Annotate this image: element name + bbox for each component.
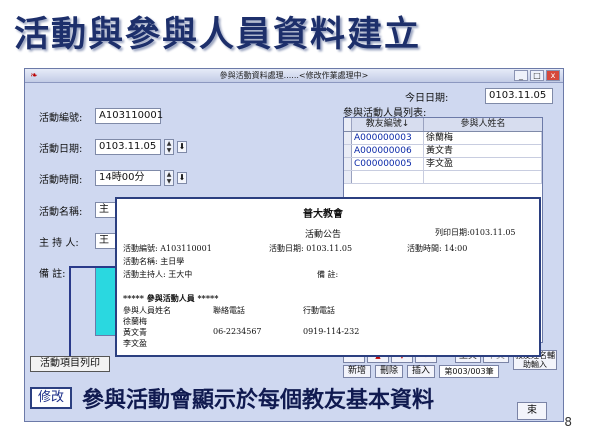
- minimize-button[interactable]: _: [514, 70, 528, 81]
- window-controls: _ □ x: [514, 70, 560, 81]
- cell-empty: [352, 171, 424, 183]
- window-title: 參與活動資料處理......<修改作業處理中>: [219, 71, 369, 80]
- time-dropdown-icon[interactable]: ⬇: [177, 172, 187, 184]
- end-button[interactable]: 束: [517, 402, 547, 420]
- table-row[interactable]: A000000003 徐蘭梅: [344, 132, 542, 145]
- host-label: 主 持 人:: [39, 238, 79, 249]
- report-person-name: 李文盈: [123, 339, 147, 348]
- table-row[interactable]: A000000006 黃文青: [344, 145, 542, 158]
- report-person-mobile: 0919-114-232: [303, 327, 360, 336]
- table-row-empty: [344, 171, 542, 184]
- report-col-phone: 聯絡電話: [213, 306, 245, 315]
- activity-name-label: 活動名稱:: [39, 207, 83, 218]
- row-marker: [344, 171, 352, 183]
- row-marker: [344, 158, 352, 170]
- row-marker: [344, 145, 352, 157]
- report-activity-id: 活動編號: A103110001: [123, 244, 212, 253]
- activity-report-preview: 普大教會 活動公告 列印日期:0103.11.05 活動編號: A1031100…: [115, 197, 541, 357]
- report-notes: 備 註:: [317, 270, 339, 279]
- print-activity-button[interactable]: 活動項目列印: [30, 356, 110, 372]
- report-activity-host: 活動主持人: 王大中: [123, 270, 193, 279]
- report-print-date: 列印日期:0103.11.05: [435, 228, 516, 237]
- maximize-button[interactable]: □: [530, 70, 544, 81]
- date-spinner[interactable]: ▲ ▼: [164, 139, 174, 155]
- column-header-member-id[interactable]: 教友編號↓: [352, 118, 424, 131]
- modify-button[interactable]: 修改: [30, 387, 72, 409]
- delete-button[interactable]: 刪除: [375, 365, 403, 378]
- app-icon: ❧: [30, 71, 38, 81]
- row-marker: [344, 132, 352, 144]
- record-counter: 第003/003筆: [439, 365, 499, 378]
- slide-title: 活動與參與人員資料建立: [14, 14, 422, 55]
- report-person-name: 徐蘭梅: [123, 317, 147, 326]
- report-activity-date: 活動日期: 0103.11.05: [269, 244, 353, 253]
- report-participants-section: ***** 參與活動人員 *****: [123, 293, 219, 303]
- activity-date-field[interactable]: 0103.11.05: [95, 139, 161, 155]
- annotation-line: [69, 266, 71, 362]
- grid-header: 教友編號↓ 參與人姓名: [344, 118, 542, 132]
- cell-name[interactable]: 李文盈: [424, 158, 542, 170]
- grid-corner: [344, 118, 352, 131]
- report-activity-time: 活動時間: 14:00: [407, 244, 468, 253]
- cell-empty: [424, 171, 542, 183]
- activity-id-field[interactable]: A103110001: [95, 108, 163, 124]
- report-person-phone: 06-2234567: [213, 327, 262, 336]
- cell-member-id[interactable]: A000000006: [352, 145, 424, 157]
- report-col-name: 參與人員姓名: [123, 306, 171, 315]
- cell-name[interactable]: 黃文青: [424, 145, 542, 157]
- activity-time-label: 活動時間:: [39, 175, 83, 186]
- activity-id-label: 活動編號:: [39, 113, 83, 124]
- page-number: 8: [564, 415, 572, 429]
- report-person-name: 黃文青: [123, 328, 147, 337]
- date-dropdown-icon[interactable]: ⬇: [177, 141, 187, 153]
- slide-caption: 參與活動會顯示於每個教友基本資料: [82, 387, 435, 413]
- activity-time-field[interactable]: 14時00分: [95, 170, 161, 186]
- table-row[interactable]: C000000005 李文盈: [344, 158, 542, 171]
- today-field[interactable]: 0103.11.05: [485, 88, 553, 104]
- activity-date-label: 活動日期:: [39, 144, 83, 155]
- close-button[interactable]: x: [546, 70, 560, 81]
- annotation-line: [69, 266, 115, 268]
- report-activity-name: 活動名稱: 主日學: [123, 257, 185, 266]
- cell-member-id[interactable]: A000000003: [352, 132, 424, 144]
- insert-button[interactable]: 插入: [407, 365, 435, 378]
- cell-name[interactable]: 徐蘭梅: [424, 132, 542, 144]
- report-col-mobile: 行動電話: [303, 306, 335, 315]
- cell-member-id[interactable]: C000000005: [352, 158, 424, 170]
- today-label: 今日日期:: [405, 93, 449, 104]
- time-spinner[interactable]: ▲ ▼: [164, 170, 174, 186]
- add-button[interactable]: 新增: [343, 365, 371, 378]
- column-header-name[interactable]: 參與人姓名: [424, 118, 542, 131]
- report-heading: 活動公告: [305, 230, 342, 240]
- window-titlebar: ❧ 參與活動資料處理......<修改作業處理中> _ □ x: [25, 69, 563, 83]
- notes-label: 備 註:: [39, 269, 66, 280]
- report-org-name: 普大教會: [303, 209, 343, 220]
